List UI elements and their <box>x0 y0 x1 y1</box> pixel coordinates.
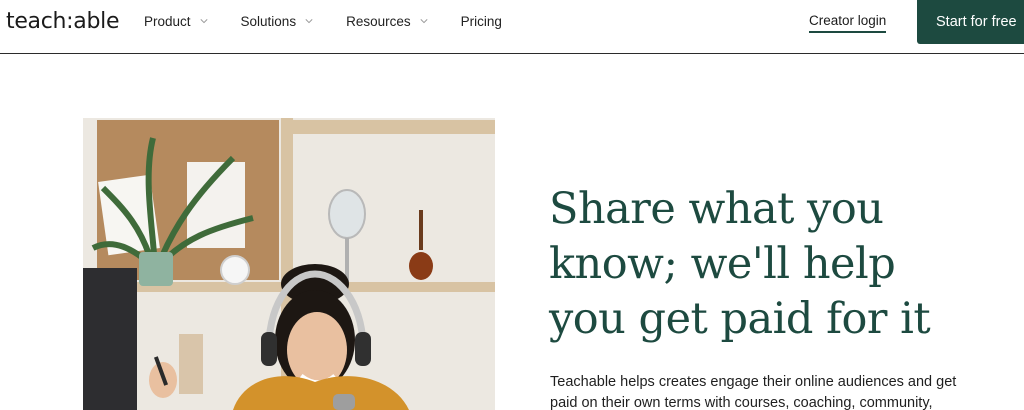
main-nav: Product Solutions Resources Pricing <box>144 0 535 42</box>
teachable-logo[interactable]: teach:able <box>6 9 120 34</box>
chevron-down-icon <box>199 17 208 25</box>
chevron-down-icon <box>420 17 428 25</box>
creator-login-link[interactable]: Creator login <box>809 13 887 33</box>
nav-item-resources[interactable]: Resources <box>346 14 428 29</box>
hero-image <box>83 118 495 410</box>
hero-subheading: Teachable helps creates engage their onl… <box>550 374 957 410</box>
nav-item-solutions[interactable]: Solutions <box>241 14 314 29</box>
hero-heading: Share what you know; we'll help you get … <box>549 184 931 344</box>
site-header: teach:able Product Solutions Resources P… <box>0 0 1024 54</box>
nav-item-label: Product <box>144 13 191 29</box>
nav-item-product[interactable]: Product <box>144 14 208 29</box>
start-for-free-button[interactable]: Start for free <box>917 0 1024 44</box>
chevron-down-icon <box>305 17 313 25</box>
nav-item-pricing[interactable]: Pricing <box>461 14 502 29</box>
nav-item-label: Solutions <box>240 13 297 29</box>
nav-item-label: Pricing <box>460 13 502 29</box>
nav-item-label: Resources <box>346 13 411 29</box>
